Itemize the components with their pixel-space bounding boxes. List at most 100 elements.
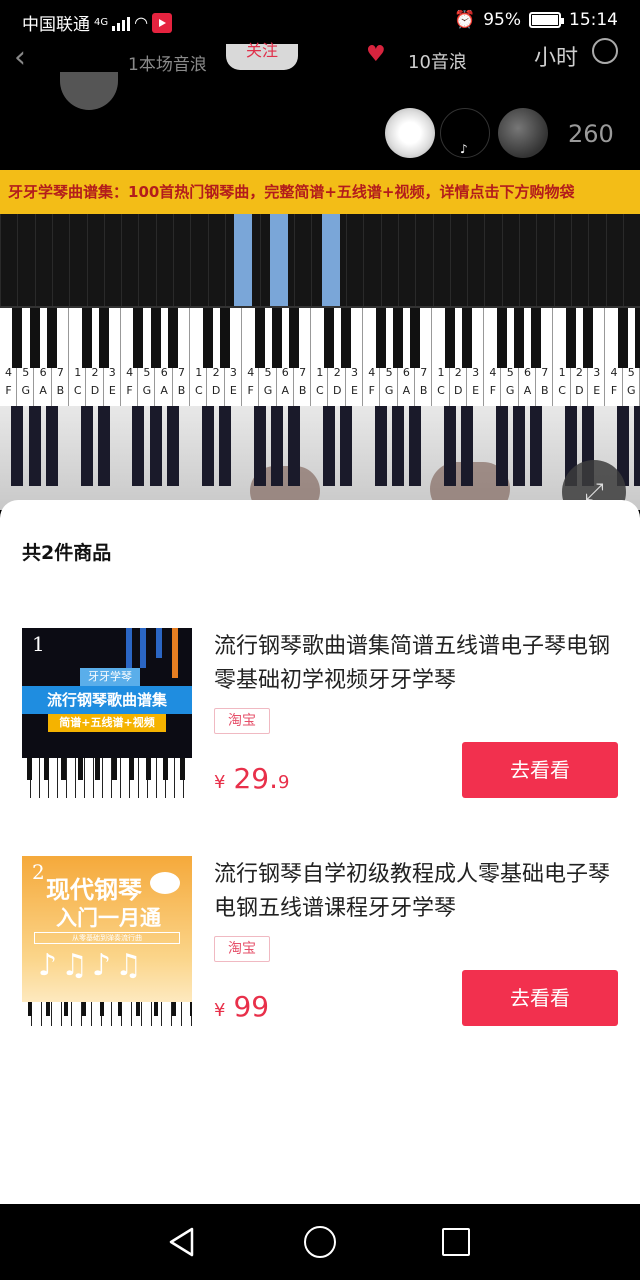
live-video[interactable]: 牙牙学琴曲谱集：100首热门钢琴曲，完整简谱+五线谱+视频，详情点击下方购物袋 … (0, 170, 640, 510)
key-letter: C (437, 384, 445, 397)
lane-divider (415, 214, 417, 306)
back-arrow-icon[interactable]: ‹ (14, 40, 26, 75)
network-type: 4G (94, 17, 109, 28)
piano-black-key (149, 406, 162, 486)
piano-black-key (201, 406, 214, 486)
music-notes-icon: ♪♫♪♫ (38, 948, 147, 983)
rank-label[interactable]: 小时 (534, 40, 578, 72)
product-price: ¥99 (214, 990, 269, 1023)
key-number: 4 (610, 366, 618, 379)
key-letter: A (523, 384, 532, 397)
key-number: 5 (22, 366, 30, 379)
piano-black-key (635, 308, 640, 368)
key-number: 1 (437, 366, 445, 379)
piano-black-key (530, 406, 543, 486)
promo-banner: 牙牙学琴曲谱集：100首热门钢琴曲，完整简谱+五线谱+视频，详情点击下方购物袋 (0, 170, 640, 214)
sheet-title: 共2件商品 (22, 542, 112, 564)
key-number: 1 (558, 366, 566, 379)
follow-button[interactable]: 关注 (226, 43, 298, 70)
status-right: ⏰ 95% 15:14 (454, 10, 618, 30)
key-labels: 4F5G6A7B1C2D3E4F5G6A7B1C2D3E4F5G6A7B1C2D… (0, 364, 640, 406)
view-product-button[interactable]: 去看看 (462, 970, 618, 1026)
product-sheet: 共2件商品 1 牙牙学琴 流行钢琴歌曲谱集 简谱+五线谱+视频 流行钢琴歌曲谱集… (0, 500, 640, 1204)
currency-symbol: ¥ (214, 1000, 226, 1021)
view-product-button[interactable]: 去看看 (462, 742, 618, 798)
signal-icon (112, 15, 131, 31)
viewer-avatar[interactable] (498, 108, 548, 158)
piano-black-key (288, 406, 301, 486)
key-number: 7 (56, 366, 64, 379)
piano-black-key (28, 406, 41, 486)
product-thumbnail[interactable]: 1 牙牙学琴 流行钢琴歌曲谱集 简谱+五线谱+视频 (22, 628, 192, 798)
lane-divider (138, 214, 140, 306)
lane-divider (501, 214, 503, 306)
key-number: 6 (160, 366, 168, 379)
product-item[interactable]: 1 牙牙学琴 流行钢琴歌曲谱集 简谱+五线谱+视频 流行钢琴歌曲谱集简谱五线谱电… (0, 628, 640, 808)
price-decimal: 9 (277, 772, 290, 793)
gift-icon[interactable]: ♥ (366, 42, 386, 67)
key-letter: B (541, 384, 549, 397)
nav-home-icon[interactable] (304, 1226, 336, 1258)
piano-black-key (270, 406, 283, 486)
system-nav-bar (0, 1204, 640, 1280)
clock: 15:14 (569, 10, 618, 30)
key-number: 6 (524, 366, 531, 379)
thumb-headline: 现代钢琴 (46, 876, 142, 904)
viewer-avatar[interactable] (385, 108, 435, 158)
key-number: 4 (368, 366, 376, 379)
nav-back-icon[interactable] (166, 1226, 198, 1258)
wifi-icon: ◠ (134, 13, 149, 32)
key-number: 2 (333, 366, 341, 379)
product-item[interactable]: 2 现代钢琴 入门一月通 从零基础到弹奏流行曲 ♪♫♪♫ 流行钢琴自学初级教程成… (0, 856, 640, 1036)
key-letter: C (194, 384, 203, 397)
lane-divider (553, 214, 555, 306)
key-number: 7 (178, 366, 185, 379)
piano-black-key (340, 406, 352, 486)
key-number: 2 (454, 366, 462, 379)
key-number: 2 (575, 366, 583, 379)
key-letter: B (177, 384, 186, 397)
piano-black-key (97, 406, 110, 486)
piano-keyboard-bottom (0, 406, 640, 510)
product-thumbnail[interactable]: 2 现代钢琴 入门一月通 从零基础到弹奏流行曲 ♪♫♪♫ (22, 856, 192, 1026)
key-letter: F (368, 384, 375, 397)
battery-icon (529, 12, 564, 28)
piano-black-key (11, 406, 24, 486)
key-number: 3 (351, 366, 358, 379)
key-letter: F (489, 384, 497, 397)
brand-badge (150, 872, 180, 894)
key-letter: E (351, 384, 358, 397)
falling-note (322, 214, 340, 306)
price-integer: 99 (233, 990, 270, 1023)
piano-black-key (322, 406, 335, 486)
product-title[interactable]: 流行钢琴歌曲谱集简谱五线谱电子琴电钢零基础初学视频牙牙学琴 (214, 630, 614, 698)
nav-recents-icon[interactable] (442, 1228, 470, 1256)
piano-black-key (443, 406, 456, 486)
lane-divider (86, 214, 88, 306)
piano-black-key (45, 406, 58, 486)
falling-note (234, 214, 252, 306)
falling-note (270, 214, 288, 306)
key-number: 3 (229, 366, 237, 379)
key-letter: C (558, 384, 566, 397)
key-letter: G (263, 384, 273, 397)
lane-divider (536, 214, 538, 306)
piano-black-key (218, 406, 231, 486)
key-number: 6 (281, 366, 289, 379)
close-icon[interactable] (592, 38, 618, 64)
lane-divider (103, 214, 105, 306)
lane-divider (294, 214, 296, 306)
piano-black-key (80, 406, 93, 486)
key-number: 1 (195, 366, 203, 379)
product-index: 1 (32, 632, 45, 656)
key-number: 4 (489, 366, 497, 379)
lane-divider (155, 214, 157, 306)
lane-divider (519, 214, 520, 306)
product-title[interactable]: 流行钢琴自学初级教程成人零基础电子琴电钢五线谱课程牙牙学琴 (214, 858, 614, 926)
key-number: 1 (74, 366, 82, 379)
host-avatar[interactable] (60, 72, 118, 110)
key-letter: E (593, 384, 601, 397)
key-number: 5 (385, 366, 393, 379)
tiktok-icon: ♪ (460, 142, 468, 156)
key-number: 1 (316, 366, 324, 379)
